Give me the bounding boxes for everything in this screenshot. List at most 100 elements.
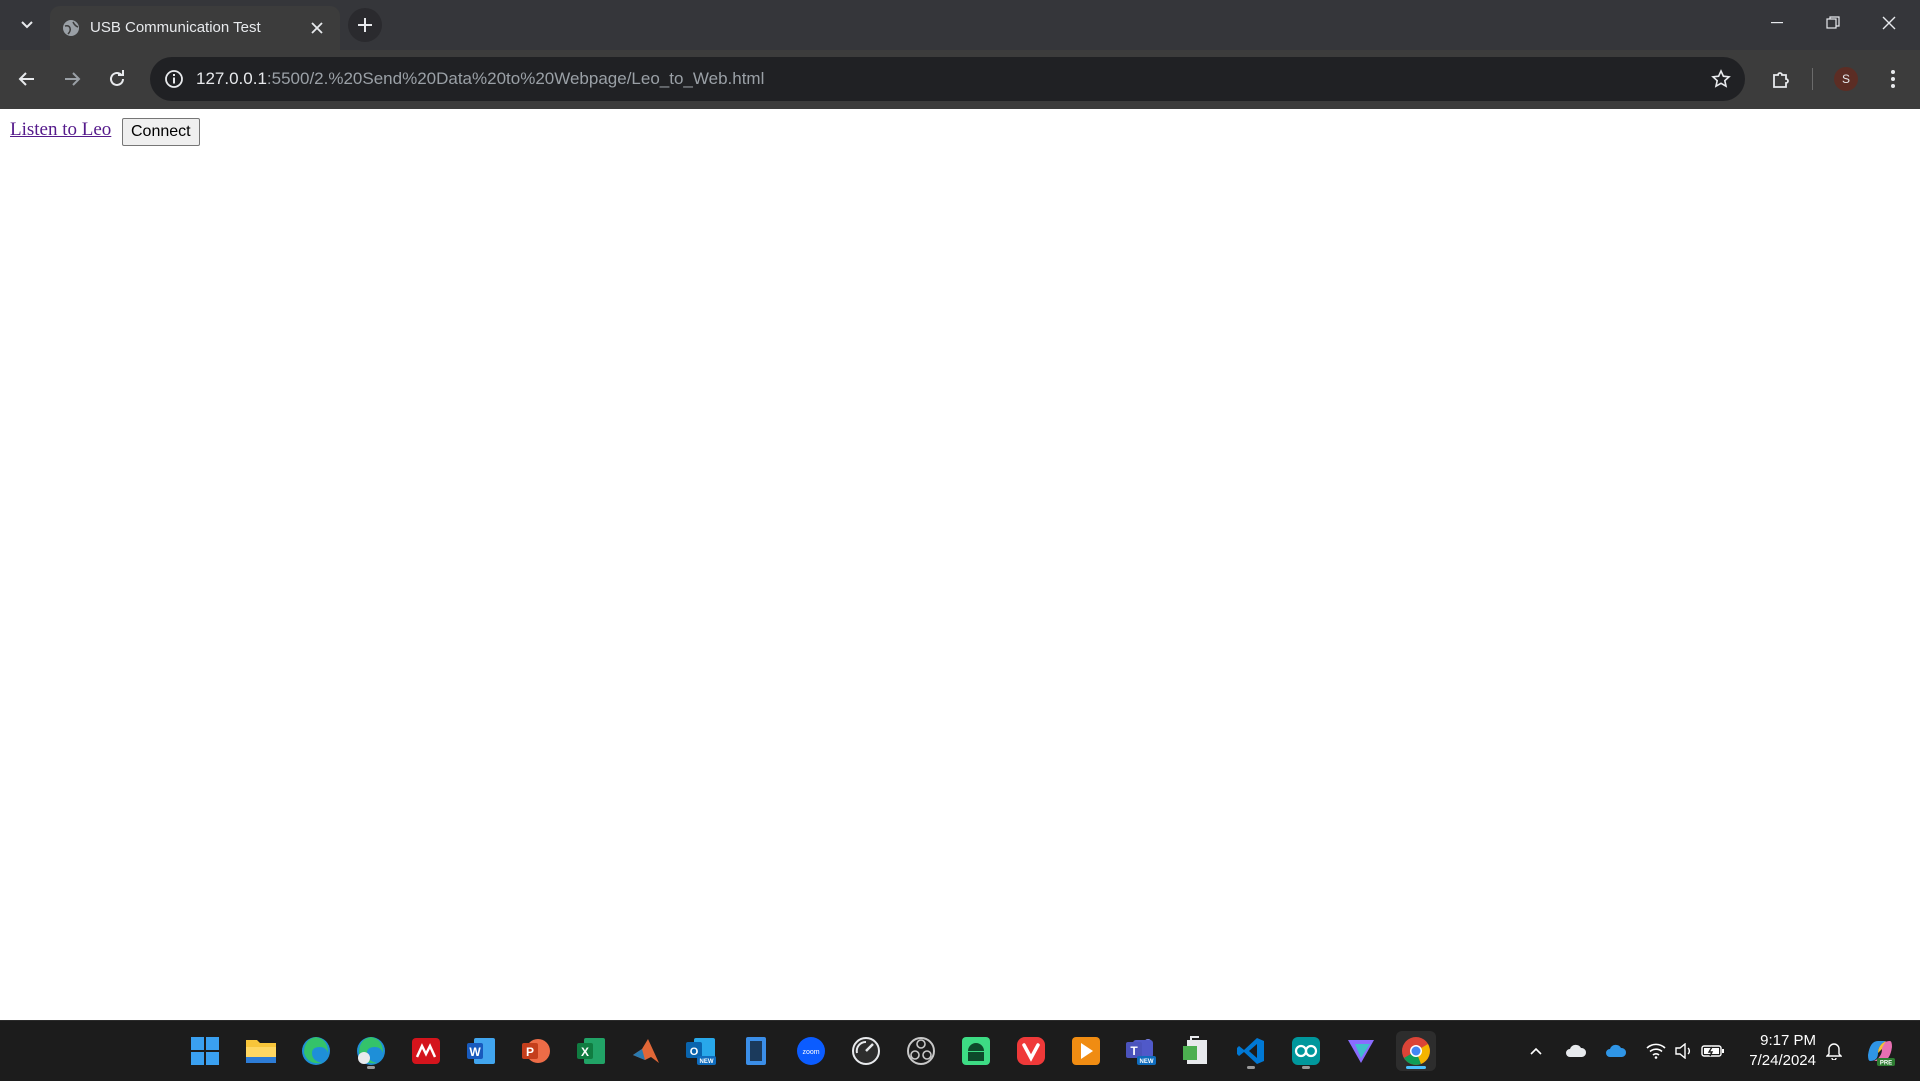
bookmark-button[interactable]	[1709, 67, 1733, 91]
onenote-button[interactable]	[1176, 1031, 1216, 1071]
arrow-right-icon	[65, 72, 81, 86]
clock-time: 9:17 PM	[1760, 1032, 1816, 1049]
close-icon	[1882, 16, 1896, 30]
arduino-button[interactable]	[1286, 1031, 1326, 1071]
copilot-button[interactable]: PRE	[1864, 1035, 1896, 1067]
cloud-icon	[1606, 1044, 1627, 1057]
extensions-button[interactable]	[1764, 62, 1798, 96]
menu-button[interactable]	[1876, 62, 1910, 96]
show-hidden-icons-button[interactable]	[1520, 1035, 1552, 1067]
excel-button[interactable]: X	[571, 1031, 611, 1071]
notifications-button[interactable]	[1818, 1035, 1850, 1067]
svg-text:X: X	[581, 1045, 589, 1059]
listen-to-leo-link[interactable]: Listen to Leo	[10, 119, 111, 141]
copilot-icon: PRE	[1868, 1041, 1895, 1067]
chrome-button[interactable]	[1396, 1031, 1436, 1071]
vpn-icon	[1348, 1040, 1374, 1063]
outlook-icon: ONEW	[686, 1038, 716, 1065]
svg-text:P: P	[526, 1045, 534, 1059]
puzzle-icon	[1773, 72, 1789, 88]
tab-strip: USB Communication Test	[0, 0, 1920, 50]
edge-icon	[302, 1037, 330, 1065]
site-info-button[interactable]	[162, 67, 186, 91]
proton-vpn-button[interactable]	[1341, 1031, 1381, 1071]
arrow-left-icon	[18, 72, 34, 86]
reload-button[interactable]	[100, 62, 134, 96]
start-button[interactable]	[185, 1031, 225, 1071]
gauge-icon	[852, 1037, 880, 1065]
running-indicator	[1247, 1066, 1255, 1069]
mathworks-button[interactable]	[406, 1031, 446, 1071]
onedrive-personal-button[interactable]	[1560, 1035, 1592, 1067]
back-button[interactable]	[10, 62, 44, 96]
active-indicator	[1406, 1066, 1426, 1069]
clock[interactable]: 9:17 PM 7/24/2024	[1749, 1031, 1816, 1071]
excel-icon: X	[577, 1038, 605, 1064]
close-tab-button[interactable]	[306, 17, 328, 39]
globe-icon	[63, 20, 79, 36]
volume-button[interactable]	[1668, 1035, 1700, 1067]
battery-charging-icon	[1701, 1045, 1724, 1057]
vscode-icon	[1237, 1038, 1264, 1064]
vscode-button[interactable]	[1231, 1031, 1271, 1071]
zoom-button[interactable]: zoom	[791, 1031, 831, 1071]
new-tab-button[interactable]	[348, 8, 382, 42]
plus-icon	[358, 18, 372, 32]
close-icon	[311, 22, 323, 34]
notebook-icon	[1183, 1036, 1207, 1064]
browser-window: USB Communication Test 127.0.0.1:5500/2.…	[0, 0, 1920, 109]
folder-icon	[246, 1040, 276, 1063]
android-icon	[962, 1037, 990, 1065]
address-bar[interactable]: 127.0.0.1:5500/2.%20Send%20Data%20to%20W…	[150, 57, 1745, 101]
powerpoint-button[interactable]: P	[516, 1031, 556, 1071]
wifi-icon	[1646, 1043, 1666, 1059]
powerpoint-icon: P	[522, 1039, 550, 1063]
vivaldi-button[interactable]	[1011, 1031, 1051, 1071]
running-indicator	[1302, 1066, 1310, 1069]
android-studio-button[interactable]	[956, 1031, 996, 1071]
forward-button[interactable]	[55, 62, 89, 96]
edge-profile-button[interactable]	[351, 1031, 391, 1071]
restore-icon	[1826, 16, 1840, 29]
battery-button[interactable]	[1697, 1035, 1729, 1067]
zoom-icon: zoom	[797, 1037, 825, 1065]
video-player-button[interactable]	[1066, 1031, 1106, 1071]
edge-icon	[357, 1037, 385, 1065]
word-button[interactable]: W	[461, 1031, 501, 1071]
clock-date: 7/24/2024	[1749, 1052, 1816, 1069]
word-icon: W	[467, 1038, 495, 1064]
svg-text:O: O	[690, 1046, 699, 1058]
windows-taskbar: W P X O NEW zoom T NEW 9:17 PM 7/24/2024…	[0, 1020, 1920, 1081]
file-explorer-button[interactable]	[241, 1031, 281, 1071]
running-indicator	[367, 1066, 375, 1069]
obs-icon	[907, 1037, 935, 1065]
phone-link-button[interactable]	[736, 1031, 776, 1071]
minimize-button[interactable]	[1749, 0, 1805, 46]
arduino-icon	[1292, 1037, 1320, 1065]
url-host: 127.0.0.1	[196, 69, 267, 88]
speaker-icon	[1675, 1043, 1690, 1059]
profile-avatar[interactable]: S	[1834, 67, 1858, 91]
connect-button[interactable]: Connect	[122, 118, 200, 146]
tab-active[interactable]: USB Communication Test	[50, 6, 340, 50]
url-text[interactable]: 127.0.0.1:5500/2.%20Send%20Data%20to%20W…	[196, 69, 764, 89]
teams-new-badge: NEW	[1140, 1059, 1154, 1065]
onedrive-business-button[interactable]	[1600, 1035, 1632, 1067]
teams-icon: TNEW	[1126, 1039, 1156, 1065]
tab-search-button[interactable]	[12, 10, 42, 40]
obs-button[interactable]	[901, 1031, 941, 1071]
vivaldi-icon	[1017, 1037, 1045, 1065]
system-monitor-button[interactable]	[846, 1031, 886, 1071]
close-window-button[interactable]	[1861, 0, 1917, 46]
url-path: :5500/2.%20Send%20Data%20to%20Webpage/Le…	[266, 69, 765, 88]
restore-button[interactable]	[1805, 0, 1861, 46]
teams-button[interactable]: T NEW	[1121, 1031, 1161, 1071]
more-vertical-icon	[1891, 70, 1895, 88]
phone-icon	[746, 1037, 766, 1065]
edge-button[interactable]	[296, 1031, 336, 1071]
cloud-icon	[1566, 1044, 1587, 1057]
matlab-button[interactable]	[626, 1031, 666, 1071]
web-page-content: Listen to Leo Connect	[0, 109, 1920, 1020]
outlook-button[interactable]: O NEW	[681, 1031, 721, 1071]
tab-title: USB Communication Test	[90, 19, 261, 36]
